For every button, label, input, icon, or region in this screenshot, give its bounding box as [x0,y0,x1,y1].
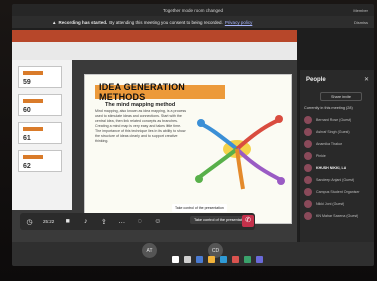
thumbnail-number: 60 [23,107,31,114]
participant-name: Ashraf Singh (Guest) [316,130,350,134]
meeting-timer: 25:22 [43,219,55,224]
slide-thumbnail-pane: 59 60 61 62 [12,60,72,210]
slide-title-box: IDEA GENERATION METHODS [95,82,225,102]
avatar-initials: CD [211,247,220,254]
participant-name: KHUSH NIKKI, LA [316,166,347,170]
edge-icon[interactable] [220,256,227,263]
recording-banner: ▲ Recording has started. By attending th… [12,16,374,28]
folder-icon[interactable] [208,256,215,263]
dismiss-button[interactable]: Dismiss [354,20,368,25]
powerpoint-icon[interactable] [232,256,239,263]
participant-item[interactable]: Anamika Thakur [304,138,372,150]
avatar [304,176,312,184]
slide-thumbnail[interactable]: 59 [18,66,62,88]
people-panel: People ✕ Share invite Currently in this … [299,70,374,242]
avatar [304,152,312,160]
share-invite-label: Share invite [330,94,352,99]
taskbar-icons [172,256,263,263]
people-panel-title: People [306,77,326,83]
participant-name: Bernard Rose (Guest) [316,118,352,122]
powerpoint-ribbon [12,30,297,42]
slide-thumbnail[interactable]: 60 [18,94,62,116]
slide-thumbnail[interactable]: 61 [18,122,62,144]
monitor-screen: Together mode room changed Member ▲ Reco… [12,4,374,266]
photo-frame: Together mode room changed Member ▲ Reco… [0,0,377,281]
recording-bold-text: Recording has started. [58,19,108,25]
share-screen-icon[interactable]: ⇪ [99,218,108,226]
close-icon[interactable]: ✕ [364,76,369,83]
mind-map-image [195,115,285,190]
meeting-gallery-strip: AT CD [12,242,374,266]
shared-screen-stage: 59 60 61 62 IDEA GENERATION METHODS The … [12,30,297,242]
teams-icon[interactable] [196,256,203,263]
mode-notification-bar: Together mode room changed [12,4,374,16]
participant-name: Anamika Thakur [316,142,343,146]
app-icon[interactable] [256,256,263,263]
participant-item[interactable]: Ashraf Singh (Guest) [304,126,372,138]
participant-item[interactable]: Nikki Joni (Guest) [304,198,372,210]
participants-icon[interactable]: ☺ [153,218,162,225]
chat-icon[interactable]: ◌ [135,218,144,225]
thumbnail-number: 62 [23,163,31,170]
participant-item[interactable]: Campus Student Organiser [304,186,372,198]
thumbnail-number: 59 [23,79,31,86]
participant-item[interactable]: KN Mahar Saxena (Guest) [304,210,372,222]
take-control-tooltip: Take control of the presentation [172,204,227,212]
excel-icon[interactable] [244,256,251,263]
recording-warning-icon: ▲ [52,19,57,25]
avatar [304,116,312,124]
share-invite-button[interactable]: Share invite [320,92,362,101]
participant-name: Pinkie [316,154,326,158]
clock-icon: ◷ [26,218,33,226]
slide-paragraph: Mind mapping, also known as idea mapping… [95,109,187,143]
slide-title: IDEA GENERATION METHODS [99,82,186,102]
avatar [304,128,312,136]
participant-item[interactable]: Pinkie [304,150,372,162]
avatar [304,140,312,148]
avatar [304,188,312,196]
mode-notification-text: Together mode room changed [162,7,224,13]
camera-icon[interactable]: ■ [63,218,72,225]
microphone-icon[interactable]: ♪ [81,218,90,225]
participants-section-header[interactable]: Currently in this meeting (28) [304,106,353,110]
windows-start-icon[interactable] [172,256,179,263]
participant-item[interactable]: KHUSH NIKKI, LA [304,162,372,174]
recording-text: By attending this meeting you consent to… [109,19,223,25]
powerpoint-toolbar [12,42,297,60]
participant-name: Campus Student Organiser [316,190,360,194]
participant-name: KN Mahar Saxena (Guest) [316,214,359,218]
participant-item[interactable]: Sandeep Anjani (Guest) [304,174,372,186]
leave-call-button[interactable]: ✆ [242,215,254,227]
participant-name: Nikki Joni (Guest) [316,202,345,206]
participant-item[interactable]: Bernard Rose (Guest) [304,114,372,126]
search-icon[interactable] [184,256,191,263]
avatar-initials: AT [146,247,153,254]
avatar[interactable]: AT [142,243,157,258]
privacy-policy-link[interactable]: Privacy policy [225,20,253,25]
slide-thumbnail[interactable]: 62 [18,150,62,172]
presentation-slide: IDEA GENERATION METHODS The mind mapping… [84,74,292,224]
participant-name: Sandeep Anjani (Guest) [316,178,355,182]
avatar [304,200,312,208]
participant-list: Bernard Rose (Guest) Ashraf Singh (Guest… [304,114,372,222]
thumbnail-number: 61 [23,135,31,142]
more-options-icon[interactable]: … [117,218,126,225]
avatar [304,212,312,220]
avatar [304,164,312,172]
slide-subtitle: The mind mapping method [105,102,176,108]
member-label: Member [353,8,368,13]
